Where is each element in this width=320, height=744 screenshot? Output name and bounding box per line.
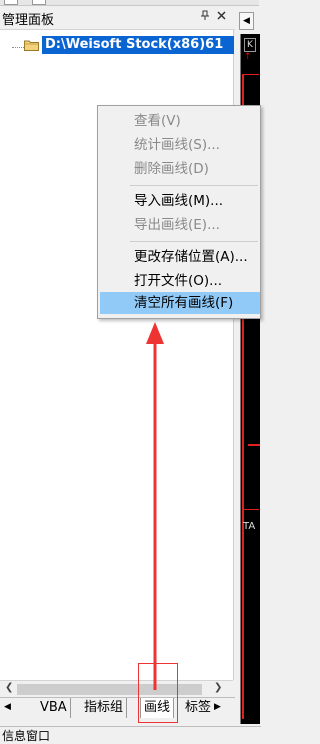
toolbar-handle[interactable]	[32, 0, 46, 5]
scroll-right-icon[interactable]: ❯	[214, 682, 222, 693]
panel-tabs: ◀ VBA 指标组 画线 标签 ▶	[0, 697, 235, 722]
close-icon[interactable]	[217, 10, 226, 23]
info-window-title: 信息窗口	[0, 726, 261, 743]
menu-item-delete[interactable]: 删除画线(D)	[100, 158, 260, 180]
tab-labels[interactable]: 标签	[182, 698, 214, 718]
toolbar-handle[interactable]	[4, 0, 18, 5]
chart-border-line	[242, 74, 259, 75]
tree-connector	[12, 47, 24, 48]
menu-separator	[130, 241, 258, 242]
menu-item-import[interactable]: 导入画线(M)...	[100, 190, 260, 212]
menu-item-export[interactable]: 导出画线(E)...	[100, 214, 260, 236]
annotation-box	[138, 663, 178, 723]
k-label: K	[244, 38, 256, 52]
panel-header: 管理面板	[0, 6, 235, 30]
menu-item-clear-all[interactable]: 清空所有画线(F)	[100, 292, 260, 314]
tab-scroll-right-icon[interactable]: ▶	[214, 702, 221, 712]
folder-icon	[24, 40, 39, 51]
tab-scroll-left-icon[interactable]: ◀	[4, 702, 11, 712]
context-menu: 查看(V) 统计画线(S)... 删除画线(D) 导入画线(M)... 导出画线…	[97, 105, 261, 319]
menu-item-open-file[interactable]: 打开文件(O)...	[100, 270, 260, 292]
tab-indicator-group[interactable]: 指标组	[81, 698, 128, 718]
panel-title: 管理面板	[2, 13, 55, 28]
tab-vba[interactable]: VBA	[37, 698, 71, 718]
menu-item-stats[interactable]: 统计画线(S)...	[100, 134, 260, 156]
menu-item-change-location[interactable]: 更改存储位置(A)...	[100, 246, 260, 268]
scroll-left-icon[interactable]: ❮	[5, 682, 13, 693]
up-arrow-icon: ↑	[244, 52, 252, 62]
menu-item-view[interactable]: 查看(V)	[100, 110, 260, 132]
pin-icon[interactable]	[200, 10, 210, 24]
tree-node-root[interactable]: D:\Weisoft Stock(x86)61	[42, 36, 234, 54]
chart-price-line	[248, 444, 260, 446]
menu-separator	[130, 185, 258, 186]
horizontal-scrollbar[interactable]: ❮ ❯	[0, 680, 233, 698]
ta-label: TA	[243, 521, 256, 532]
collapse-left-icon[interactable]: ◀	[239, 12, 254, 30]
chart-divider-line	[242, 509, 259, 510]
